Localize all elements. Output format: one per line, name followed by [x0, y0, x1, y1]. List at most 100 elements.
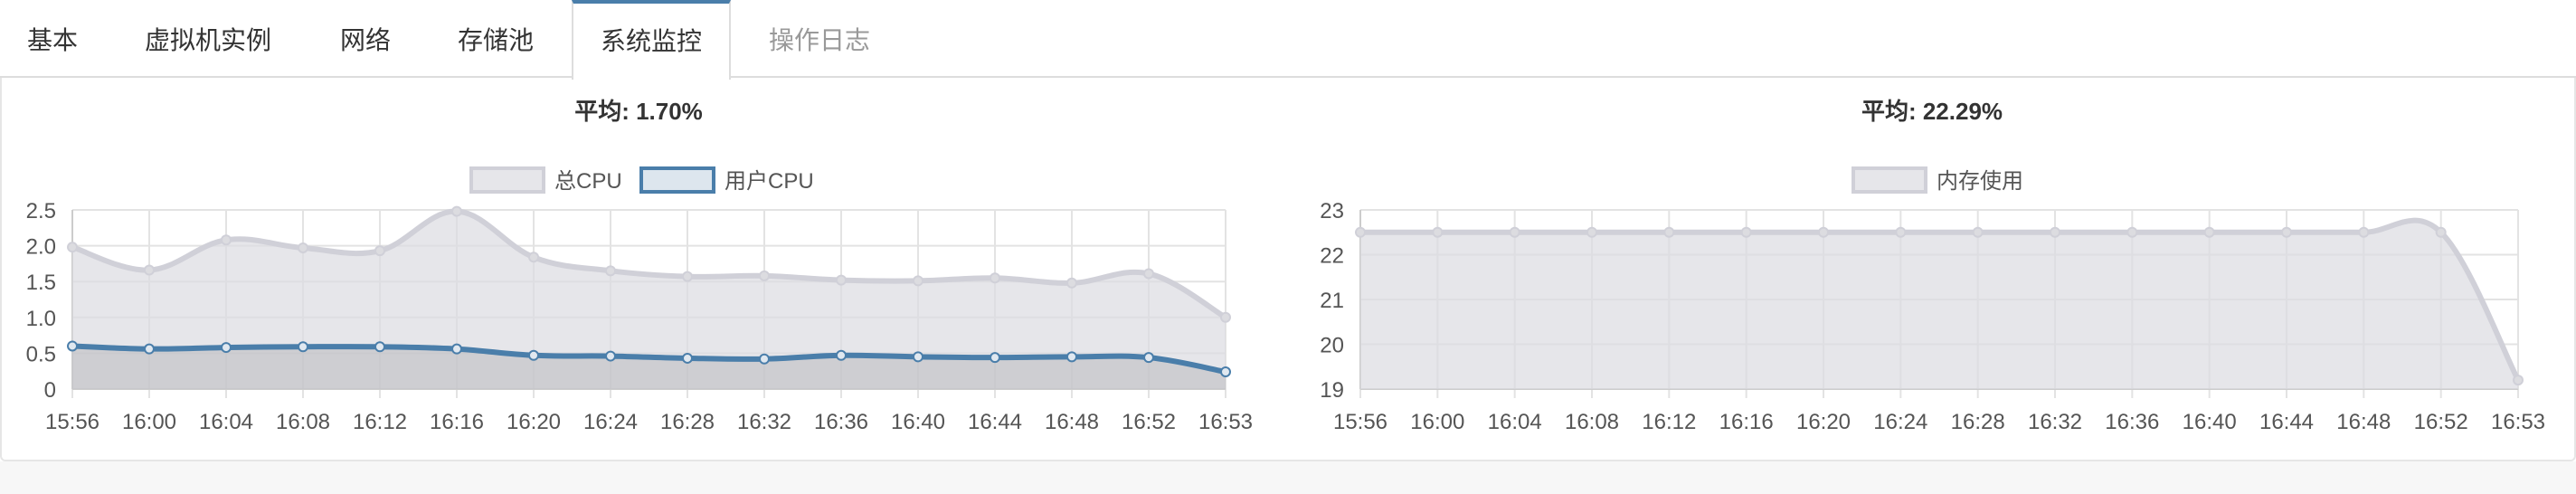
x-tick-label: 16:28	[660, 410, 715, 434]
y-tick-label: 1.5	[26, 271, 56, 295]
x-tick-label: 16:36	[814, 410, 868, 434]
legend-swatch	[1852, 166, 1927, 194]
data-point	[221, 342, 232, 354]
y-tick-label: 20	[1320, 334, 1344, 358]
x-tick-label: 16:53	[1198, 410, 1253, 434]
tab-storage-pool[interactable]: 存储池	[458, 0, 534, 78]
data-point	[451, 205, 462, 217]
x-tick-label: 16:12	[1642, 410, 1696, 434]
x-tick-label: 16:04	[1488, 410, 1542, 434]
data-point	[1895, 226, 1907, 238]
x-tick-label: 16:24	[1873, 410, 1927, 434]
y-tick-label: 0.5	[26, 342, 56, 366]
x-tick-label: 16:28	[1951, 410, 2005, 434]
data-point	[374, 341, 385, 353]
data-point	[67, 340, 78, 352]
data-point	[1972, 226, 1984, 238]
data-point	[67, 242, 78, 253]
data-point	[1509, 226, 1520, 238]
data-point	[1066, 351, 1077, 363]
x-tick-label: 16:04	[199, 410, 253, 434]
data-point	[990, 352, 1000, 364]
y-tick-label: 22	[1320, 244, 1344, 269]
tab-operation-log[interactable]: 操作日志	[769, 0, 870, 78]
x-tick-label: 16:44	[2259, 410, 2314, 434]
data-point	[451, 343, 462, 355]
x-tick-label: 16:00	[122, 410, 176, 434]
data-point	[759, 270, 770, 281]
y-tick-label: 19	[1320, 378, 1344, 403]
x-tick-label: 16:40	[891, 410, 945, 434]
data-point	[1066, 277, 1077, 289]
tab-bar: 基本 虚拟机实例 网络 存储池 系统监控 操作日志	[0, 0, 2576, 80]
data-point	[913, 275, 923, 287]
legend-label: 总CPU	[554, 169, 622, 194]
data-point	[913, 351, 923, 363]
x-tick-label: 16:53	[2491, 410, 2545, 434]
data-point	[528, 349, 539, 361]
x-tick-label: 16:24	[583, 410, 638, 434]
x-tick-label: 16:08	[276, 410, 330, 434]
y-tick-label: 2.5	[26, 199, 56, 223]
chart-title: 平均: 1.70%	[574, 98, 703, 125]
legend-swatch	[469, 166, 545, 194]
y-tick-label: 21	[1320, 289, 1344, 313]
data-point	[605, 350, 616, 362]
x-tick-label: 15:56	[1333, 410, 1387, 434]
data-point	[298, 242, 308, 253]
data-point	[759, 353, 770, 365]
y-tick-label: 2.0	[26, 235, 56, 260]
data-point	[1818, 226, 1829, 238]
x-tick-label: 16:52	[2414, 410, 2468, 434]
data-point	[298, 341, 308, 353]
data-point	[1143, 268, 1154, 280]
data-point	[2126, 226, 2138, 238]
series-area	[1360, 220, 2518, 389]
data-point	[1220, 311, 1231, 323]
data-point	[374, 245, 385, 257]
legend-swatch	[639, 166, 715, 194]
y-tick-label: 0	[44, 378, 56, 403]
x-tick-label: 16:20	[1796, 410, 1851, 434]
data-point	[1740, 226, 1752, 238]
data-point	[2358, 226, 2370, 238]
x-tick-label: 15:56	[45, 410, 99, 434]
data-point	[682, 352, 693, 364]
x-tick-label: 16:12	[353, 410, 407, 434]
data-point	[2513, 375, 2524, 386]
data-point	[836, 274, 847, 286]
data-point	[1220, 366, 1231, 377]
data-point	[1143, 352, 1154, 364]
data-point	[1432, 226, 1444, 238]
x-tick-label: 16:32	[737, 410, 791, 434]
data-point	[144, 264, 155, 276]
data-point	[221, 234, 232, 246]
x-tick-label: 16:36	[2105, 410, 2159, 434]
data-point	[1355, 226, 1366, 238]
tab-basic[interactable]: 基本	[27, 0, 78, 78]
data-point	[1663, 226, 1675, 238]
legend-label: 内存使用	[1937, 169, 2023, 194]
data-point	[2050, 226, 2060, 238]
tab-vm-instances[interactable]: 虚拟机实例	[145, 0, 271, 78]
tab-system-monitor[interactable]: 系统监控	[572, 0, 731, 80]
x-tick-label: 16:16	[430, 410, 484, 434]
legend-label: 用户CPU	[724, 169, 814, 194]
page-bottom-strip	[0, 461, 2576, 494]
x-tick-label: 16:32	[2028, 410, 2082, 434]
y-tick-label: 1.0	[26, 307, 56, 331]
data-point	[528, 252, 539, 263]
data-point	[836, 349, 847, 361]
data-point	[990, 272, 1000, 284]
x-tick-label: 16:16	[1719, 410, 1774, 434]
x-tick-label: 16:44	[968, 410, 1022, 434]
memory-chart: 平均: 22.29% 内存使用 19 20 21 22 23 15:56 16:00 16:04 1…	[1320, 98, 2545, 434]
data-point	[605, 265, 616, 277]
chart-title: 平均: 22.29%	[1861, 98, 2003, 125]
x-tick-label: 16:00	[1410, 410, 1464, 434]
tab-network[interactable]: 网络	[340, 0, 391, 78]
x-tick-label: 16:40	[2183, 410, 2237, 434]
data-point	[144, 343, 155, 355]
y-tick-label: 23	[1320, 199, 1344, 223]
data-point	[682, 271, 693, 282]
